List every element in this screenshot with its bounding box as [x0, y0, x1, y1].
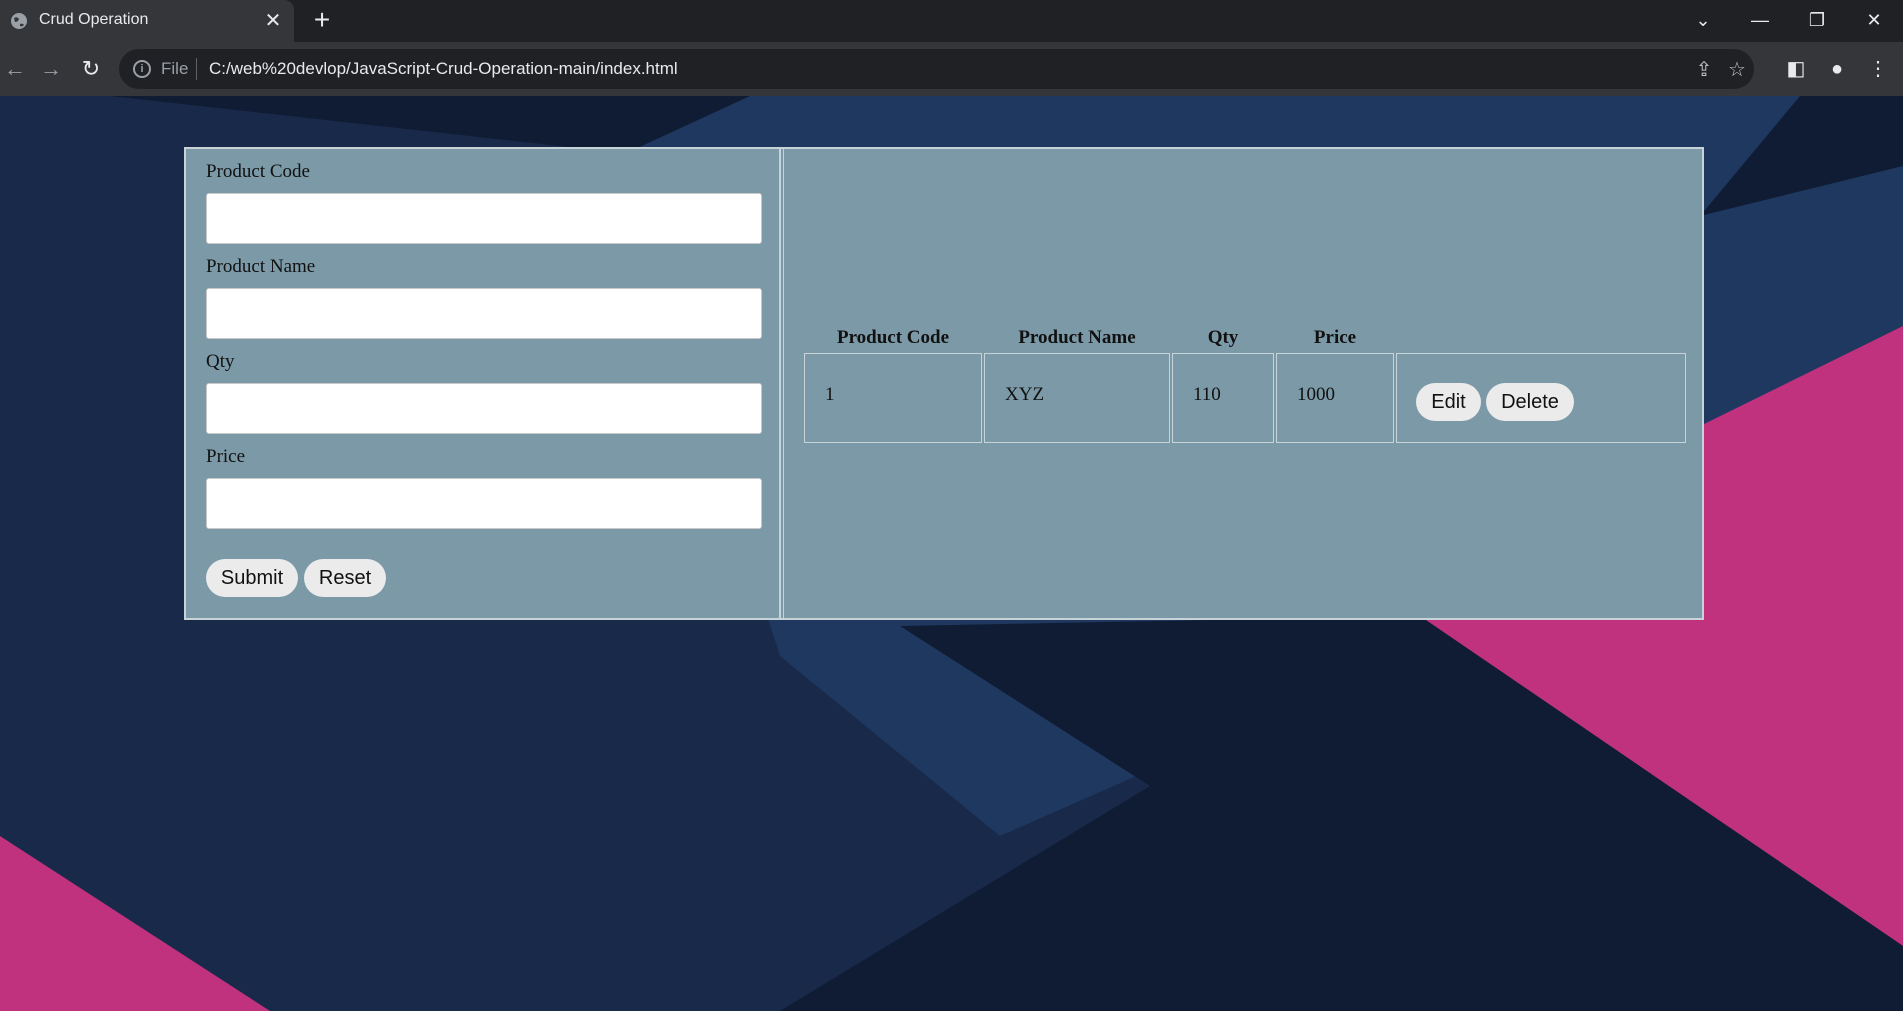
tab-search-icon[interactable]: ⌄: [1687, 6, 1719, 34]
minimize-icon[interactable]: —: [1744, 6, 1776, 34]
price-input[interactable]: [206, 478, 762, 529]
cell-price: 1000: [1276, 353, 1394, 443]
menu-icon[interactable]: ⋮: [1864, 55, 1892, 83]
browser-tab-bar: Crud Operation ✕ + ⌄ — ❐ ✕: [0, 0, 1903, 42]
header-qty: Qty: [1207, 327, 1239, 348]
product-code-label: Product Code: [206, 161, 310, 182]
profile-icon[interactable]: ●: [1823, 55, 1851, 83]
cell-product-code-text: 1: [825, 384, 835, 405]
restore-icon[interactable]: ❐: [1801, 6, 1833, 34]
header-product-code: Product Code: [836, 327, 950, 348]
cell-product-name: XYZ: [984, 353, 1170, 443]
product-code-input[interactable]: [206, 193, 762, 244]
qty-label: Qty: [206, 351, 235, 372]
browser-toolbar: ← → ↻ i File C:/web%20devlop/JavaScript-…: [0, 42, 1903, 96]
price-label: Price: [206, 446, 246, 467]
bookmark-star-icon[interactable]: ☆: [1724, 57, 1750, 83]
new-tab-button[interactable]: +: [308, 6, 336, 35]
product-name-label: Product Name: [206, 256, 316, 277]
side-panel-icon[interactable]: ◧: [1782, 55, 1810, 83]
product-name-input[interactable]: [206, 288, 762, 339]
tab-title: Crud Operation: [39, 11, 149, 28]
address-separator: [196, 58, 197, 80]
info-icon[interactable]: i: [133, 60, 151, 78]
tab-close-icon[interactable]: ✕: [262, 10, 284, 32]
share-icon[interactable]: ⇪: [1691, 57, 1717, 83]
edit-button[interactable]: Edit: [1416, 383, 1481, 421]
cell-qty: 110: [1172, 353, 1274, 443]
submit-button[interactable]: Submit: [206, 559, 298, 597]
reset-button[interactable]: Reset: [304, 559, 386, 597]
close-window-icon[interactable]: ✕: [1858, 6, 1890, 34]
header-product-name: Product Name: [1018, 327, 1136, 348]
reload-icon[interactable]: ↻: [76, 54, 106, 84]
product-form: Product Code Product Name Qty Price Subm…: [186, 149, 781, 618]
scheme-label: File: [161, 59, 189, 78]
crud-container: Product Code Product Name Qty Price Subm…: [184, 147, 1704, 620]
product-table: Product Code Product Name Qty Price 1 XY…: [783, 149, 1702, 618]
cell-actions: Edit Delete: [1396, 353, 1686, 443]
qty-input[interactable]: [206, 383, 762, 434]
address-bar[interactable]: i File C:/web%20devlop/JavaScript-Crud-O…: [119, 49, 1754, 89]
cell-price-text: 1000: [1297, 384, 1335, 405]
cell-qty-text: 110: [1193, 384, 1221, 405]
delete-button[interactable]: Delete: [1486, 383, 1574, 421]
cell-product-code: 1: [804, 353, 982, 443]
forward-icon[interactable]: →: [36, 54, 66, 84]
header-price: Price: [1313, 327, 1357, 348]
browser-tab[interactable]: Crud Operation ✕: [0, 0, 294, 42]
back-icon[interactable]: ←: [0, 54, 30, 84]
cell-product-name-text: XYZ: [1005, 384, 1045, 405]
url-text[interactable]: C:/web%20devlop/JavaScript-Crud-Operatio…: [209, 59, 678, 79]
globe-icon: [11, 13, 27, 29]
